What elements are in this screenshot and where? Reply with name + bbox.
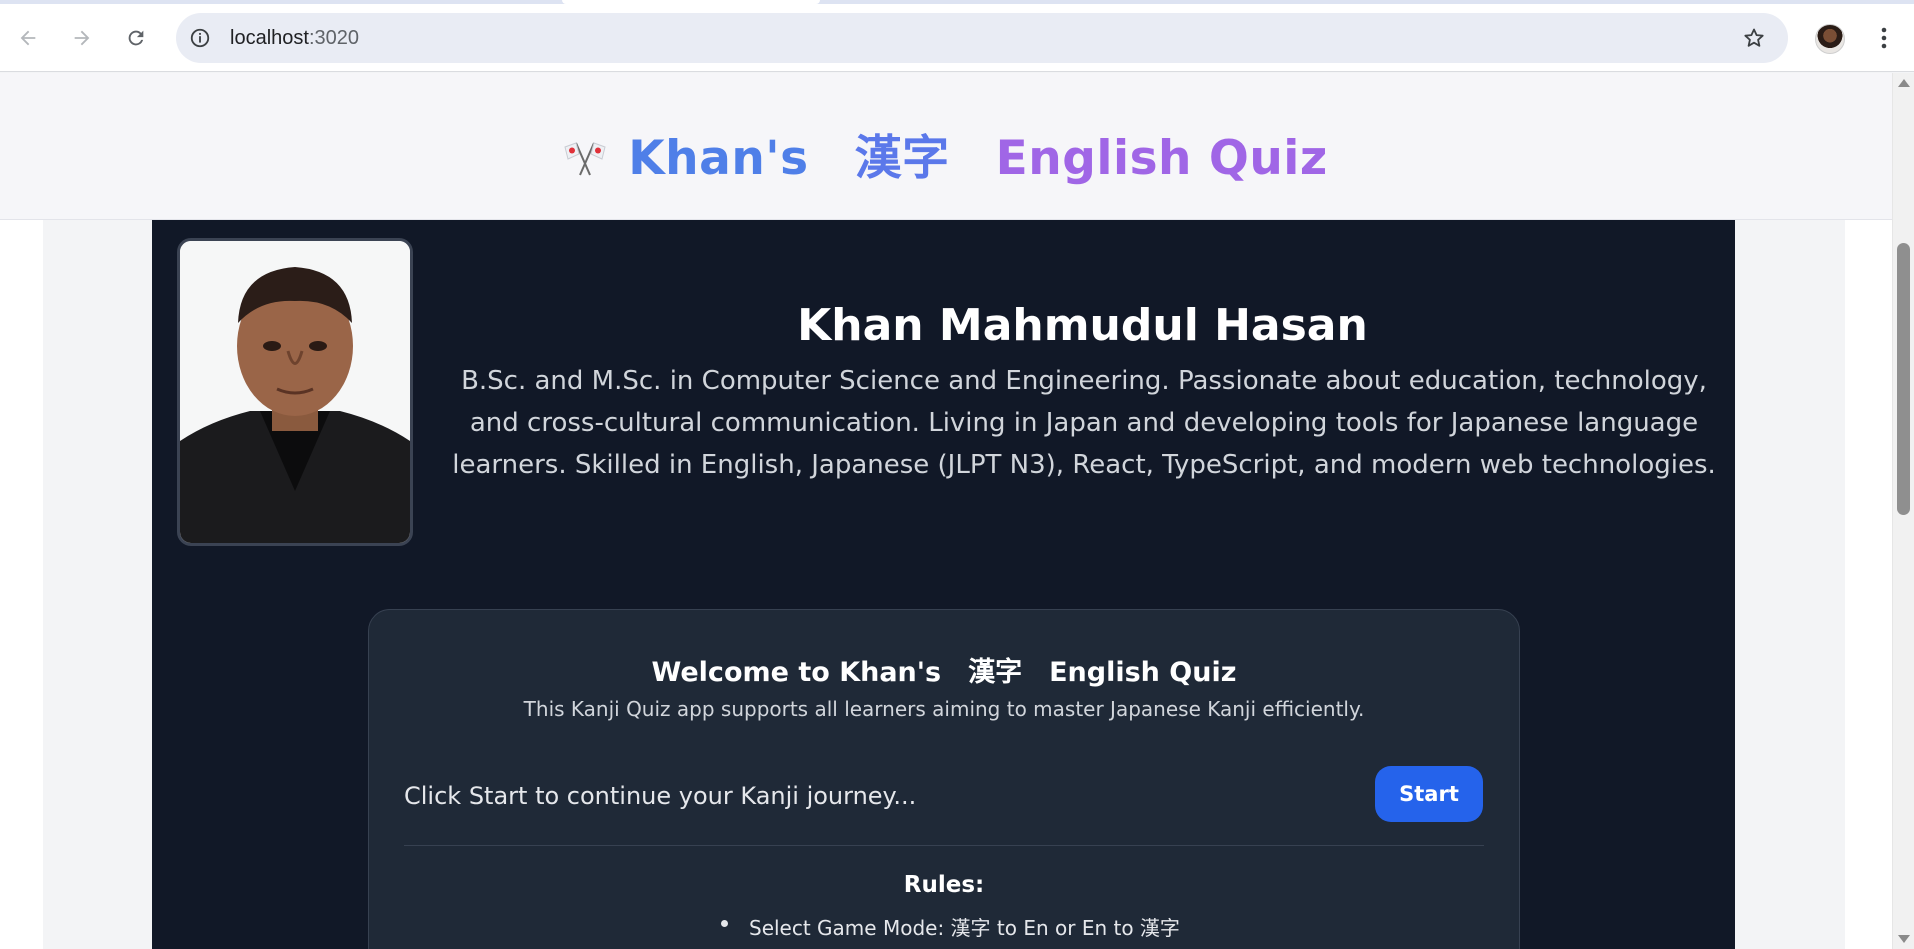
page-margin-left bbox=[0, 220, 43, 949]
back-button[interactable] bbox=[12, 22, 44, 54]
info-icon[interactable] bbox=[188, 26, 212, 50]
more-vert-icon[interactable] bbox=[1868, 22, 1900, 54]
welcome-card: Welcome to Khan's 漢字 English Quiz This K… bbox=[368, 609, 1520, 949]
content-gutter-left bbox=[43, 220, 152, 949]
rule-text: Select Game Mode: 漢字 to En or En to 漢字 bbox=[749, 916, 1180, 940]
title-khans: Khan's bbox=[628, 131, 809, 186]
start-button[interactable]: Start bbox=[1375, 766, 1483, 822]
reload-button[interactable] bbox=[120, 22, 152, 54]
site-header: Khan's 漢字 English Quiz bbox=[0, 73, 1892, 220]
page-scrollbar[interactable] bbox=[1892, 73, 1914, 949]
page-viewport: Khan's 漢字 English Quiz Khan Mahmudul Hasan… bbox=[0, 73, 1892, 949]
welcome-subtitle: This Kanji Quiz app supports all learner… bbox=[523, 697, 1365, 721]
arrow-right-icon bbox=[74, 30, 90, 46]
profile-avatar[interactable] bbox=[1815, 24, 1845, 54]
page-margin-right bbox=[1845, 220, 1892, 949]
scroll-up-arrow[interactable] bbox=[1898, 79, 1910, 87]
welcome-title: Welcome to Khan's 漢字 English Quiz bbox=[651, 657, 1237, 688]
profile-name: Khan Mahmudul Hasan bbox=[797, 300, 1368, 351]
title-english-quiz: English Quiz bbox=[995, 131, 1328, 186]
content-gutter-right bbox=[1735, 220, 1845, 949]
browser-toolbar: localhost:3020 bbox=[0, 4, 1914, 72]
main-content: Khan Mahmudul Hasan B.Sc. and M.Sc. in C… bbox=[152, 220, 1735, 949]
rule-item: Select Game Mode: 漢字 to En or En to 漢字 bbox=[721, 912, 1180, 941]
url-host: localhost bbox=[230, 27, 309, 49]
bullet bbox=[721, 920, 728, 927]
divider bbox=[404, 845, 1484, 846]
arrow-left-icon bbox=[20, 30, 36, 46]
start-prompt: Click Start to continue your Kanji journ… bbox=[404, 782, 917, 810]
profile-bio: B.Sc. and M.Sc. in Computer Science and … bbox=[452, 366, 1716, 480]
rules-title: Rules: bbox=[903, 872, 985, 898]
scroll-thumb[interactable] bbox=[1897, 243, 1910, 515]
address-bar[interactable]: localhost:3020 bbox=[176, 13, 1788, 63]
crossed-flags-icon bbox=[564, 134, 606, 189]
forward-button[interactable] bbox=[66, 22, 98, 54]
url-text[interactable]: localhost:3020 bbox=[230, 27, 359, 50]
rules-list: Select Game Mode: 漢字 to En or En to 漢字 bbox=[721, 912, 1180, 941]
reload-icon bbox=[128, 30, 144, 46]
site-title: Khan's 漢字 English Quiz bbox=[0, 119, 1892, 189]
star-icon[interactable] bbox=[1742, 26, 1766, 50]
scroll-down-arrow[interactable] bbox=[1898, 935, 1910, 943]
url-port: :3020 bbox=[308, 27, 359, 49]
title-kanji: 漢字 bbox=[854, 131, 950, 186]
profile-photo bbox=[177, 238, 413, 546]
